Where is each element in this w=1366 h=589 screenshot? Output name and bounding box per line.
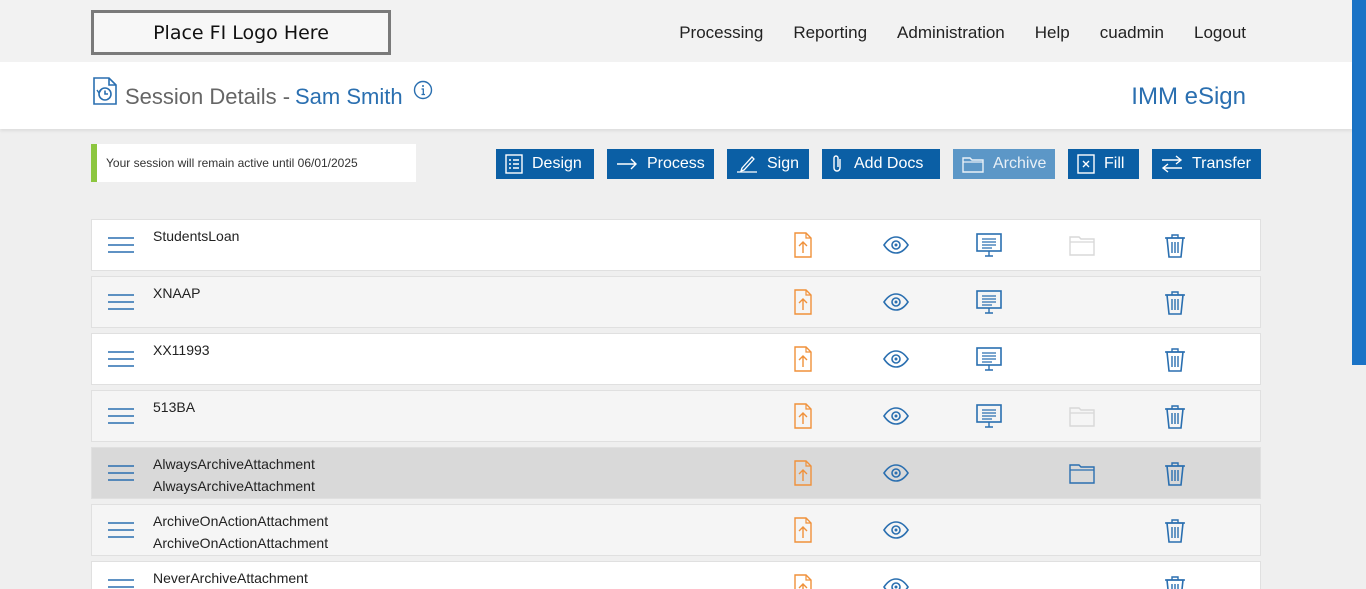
pen-icon bbox=[737, 156, 757, 173]
info-icon[interactable] bbox=[413, 80, 433, 100]
fill-label: Fill bbox=[1104, 155, 1125, 172]
document-name: 513BA bbox=[153, 399, 196, 415]
add-docs-button[interactable]: Add Docs bbox=[822, 149, 940, 179]
arrow-right-icon bbox=[617, 158, 637, 170]
nav-administration[interactable]: Administration bbox=[897, 22, 1005, 44]
form-fill-icon bbox=[1077, 154, 1095, 174]
delete-trash-icon[interactable] bbox=[1161, 402, 1189, 430]
table-row[interactable]: NeverArchiveAttachment bbox=[91, 561, 1261, 589]
document-name: AlwaysArchiveAttachment bbox=[153, 456, 315, 472]
session-customer-name: Sam Smith bbox=[295, 84, 403, 109]
archive-folder-icon bbox=[1068, 231, 1096, 259]
document-name: NeverArchiveAttachment bbox=[153, 570, 308, 586]
delete-trash-icon[interactable] bbox=[1161, 516, 1189, 544]
scrollbar-track[interactable] bbox=[1352, 365, 1366, 589]
presentation-icon[interactable] bbox=[975, 231, 1003, 259]
view-eye-icon[interactable] bbox=[882, 459, 910, 487]
drag-handle-icon[interactable] bbox=[108, 521, 134, 539]
view-eye-icon[interactable] bbox=[882, 288, 910, 316]
transfer-label: Transfer bbox=[1192, 155, 1251, 172]
nav-logout[interactable]: Logout bbox=[1194, 22, 1246, 44]
presentation-icon[interactable] bbox=[975, 288, 1003, 316]
archive-label: Archive bbox=[993, 155, 1047, 172]
document-name: StudentsLoan bbox=[153, 228, 240, 244]
document-name: XNAAP bbox=[153, 285, 201, 301]
logo-placeholder: Place FI Logo Here bbox=[91, 10, 391, 55]
delete-trash-icon[interactable] bbox=[1161, 345, 1189, 373]
design-list-icon bbox=[505, 154, 523, 174]
presentation-icon[interactable] bbox=[975, 402, 1003, 430]
paperclip-icon bbox=[833, 155, 841, 172]
product-brand: IMM eSign bbox=[1131, 83, 1246, 110]
presentation-icon[interactable] bbox=[975, 345, 1003, 373]
drag-handle-icon[interactable] bbox=[108, 578, 134, 589]
scrollbar-thumb[interactable] bbox=[1352, 0, 1366, 365]
view-eye-icon[interactable] bbox=[882, 231, 910, 259]
document-subname: AlwaysArchiveAttachment bbox=[153, 478, 315, 494]
main-nav: Processing Reporting Administration Help… bbox=[649, 22, 1246, 44]
fill-button[interactable]: Fill bbox=[1068, 149, 1139, 179]
table-row[interactable]: XNAAP bbox=[91, 276, 1261, 328]
archive-folder-icon[interactable] bbox=[1068, 459, 1096, 487]
table-row[interactable]: StudentsLoan bbox=[91, 219, 1261, 271]
view-eye-icon[interactable] bbox=[882, 573, 910, 589]
upload-document-icon[interactable] bbox=[789, 402, 817, 430]
drag-handle-icon[interactable] bbox=[108, 350, 134, 368]
upload-document-icon[interactable] bbox=[789, 459, 817, 487]
page-header: Session Details - Sam Smith IMM eSign bbox=[0, 62, 1352, 129]
document-name: XX11993 bbox=[153, 342, 210, 358]
delete-trash-icon[interactable] bbox=[1161, 459, 1189, 487]
transfer-button[interactable]: Transfer bbox=[1152, 149, 1261, 179]
view-eye-icon[interactable] bbox=[882, 516, 910, 544]
session-notice: Your session will remain active until 06… bbox=[91, 144, 416, 182]
table-row[interactable]: AlwaysArchiveAttachment AlwaysArchiveAtta… bbox=[91, 447, 1261, 499]
table-row[interactable]: ArchiveOnActionAttachment ArchiveOnAction… bbox=[91, 504, 1261, 556]
upload-document-icon[interactable] bbox=[789, 516, 817, 544]
document-subname: ArchiveOnActionAttachment bbox=[153, 535, 329, 551]
sign-label: Sign bbox=[767, 155, 800, 172]
nav-help[interactable]: Help bbox=[1035, 22, 1070, 44]
upload-document-icon[interactable] bbox=[789, 573, 817, 589]
page-title: Session Details - bbox=[125, 84, 291, 109]
view-eye-icon[interactable] bbox=[882, 345, 910, 373]
nav-processing[interactable]: Processing bbox=[679, 22, 763, 44]
document-name: ArchiveOnActionAttachment bbox=[153, 513, 329, 529]
upload-document-icon[interactable] bbox=[789, 288, 817, 316]
delete-trash-icon[interactable] bbox=[1161, 573, 1189, 589]
design-button[interactable]: Design bbox=[496, 149, 594, 179]
archive-button[interactable]: Archive bbox=[953, 149, 1055, 179]
folder-icon bbox=[962, 157, 984, 173]
drag-handle-icon[interactable] bbox=[108, 464, 134, 482]
drag-handle-icon[interactable] bbox=[108, 236, 134, 254]
upload-document-icon[interactable] bbox=[789, 231, 817, 259]
transfer-arrows-icon bbox=[1161, 155, 1183, 173]
design-label: Design bbox=[532, 155, 582, 172]
sign-button[interactable]: Sign bbox=[727, 149, 809, 179]
process-label: Process bbox=[647, 155, 705, 172]
delete-trash-icon[interactable] bbox=[1161, 288, 1189, 316]
nav-user[interactable]: cuadmin bbox=[1100, 22, 1164, 44]
session-history-icon bbox=[93, 77, 117, 105]
upload-document-icon[interactable] bbox=[789, 345, 817, 373]
table-row[interactable]: XX11993 bbox=[91, 333, 1261, 385]
drag-handle-icon[interactable] bbox=[108, 407, 134, 425]
archive-folder-icon bbox=[1068, 402, 1096, 430]
delete-trash-icon[interactable] bbox=[1161, 231, 1189, 259]
nav-reporting[interactable]: Reporting bbox=[793, 22, 867, 44]
process-button[interactable]: Process bbox=[607, 149, 714, 179]
view-eye-icon[interactable] bbox=[882, 402, 910, 430]
table-row[interactable]: 513BA bbox=[91, 390, 1261, 442]
top-bar: Place FI Logo Here Processing Reporting … bbox=[0, 0, 1352, 62]
drag-handle-icon[interactable] bbox=[108, 293, 134, 311]
add-docs-label: Add Docs bbox=[854, 155, 924, 172]
